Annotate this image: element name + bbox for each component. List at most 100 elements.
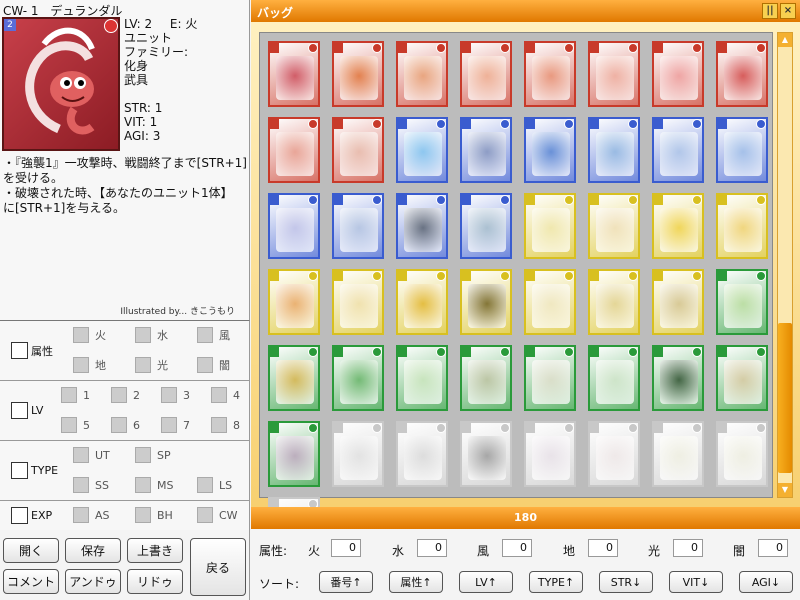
bag-card[interactable]: [396, 421, 448, 487]
bag-card[interactable]: [268, 345, 320, 411]
comment-button[interactable]: コメント: [3, 569, 59, 594]
option-checkbox[interactable]: [135, 477, 151, 493]
bag-card[interactable]: [588, 269, 640, 335]
bag-card[interactable]: [460, 41, 512, 107]
filter-lv-toggle[interactable]: LV: [11, 402, 43, 419]
filter-option[interactable]: 2: [111, 387, 140, 403]
bag-card[interactable]: [396, 41, 448, 107]
filter-option[interactable]: MS: [135, 477, 173, 493]
bag-card[interactable]: [332, 117, 384, 183]
filter-option[interactable]: AS: [73, 507, 110, 523]
bag-card[interactable]: [716, 193, 768, 259]
sort-number-button[interactable]: 番号↑: [319, 571, 373, 593]
overwrite-button[interactable]: 上書き: [127, 538, 183, 563]
bag-card[interactable]: [652, 421, 704, 487]
bag-card[interactable]: [652, 117, 704, 183]
filter-option[interactable]: 地: [73, 357, 106, 373]
bag-card[interactable]: [460, 269, 512, 335]
bag-card[interactable]: [396, 193, 448, 259]
option-checkbox[interactable]: [111, 417, 127, 433]
option-checkbox[interactable]: [197, 507, 213, 523]
filter-option[interactable]: 光: [135, 357, 168, 373]
bag-card[interactable]: [524, 269, 576, 335]
bag-card[interactable]: [524, 193, 576, 259]
bag-card[interactable]: [396, 117, 448, 183]
bag-card[interactable]: [332, 421, 384, 487]
bag-card[interactable]: [268, 193, 320, 259]
filter-option[interactable]: 6: [111, 417, 140, 433]
filter-option[interactable]: 4: [211, 387, 240, 403]
bag-card[interactable]: [524, 41, 576, 107]
bag-card[interactable]: [268, 269, 320, 335]
bag-card[interactable]: [460, 117, 512, 183]
bag-card[interactable]: [588, 193, 640, 259]
option-checkbox[interactable]: [73, 507, 89, 523]
option-checkbox[interactable]: [161, 417, 177, 433]
bag-card[interactable]: [332, 345, 384, 411]
filter-option[interactable]: 風: [197, 327, 230, 343]
bag-card[interactable]: [524, 117, 576, 183]
close-icon[interactable]: ×: [780, 3, 796, 19]
bag-card[interactable]: [332, 41, 384, 107]
bag-card[interactable]: [460, 193, 512, 259]
filter-option[interactable]: 7: [161, 417, 190, 433]
sort-str-button[interactable]: STR↓: [599, 571, 653, 593]
option-checkbox[interactable]: [197, 477, 213, 493]
filter-option[interactable]: 3: [161, 387, 190, 403]
bag-card[interactable]: [716, 117, 768, 183]
redo-button[interactable]: リドゥ: [127, 569, 183, 594]
option-checkbox[interactable]: [73, 447, 89, 463]
sort-type-button[interactable]: TYPE↑: [529, 571, 583, 593]
bag-card[interactable]: [524, 421, 576, 487]
bag-card[interactable]: [268, 117, 320, 183]
bag-card[interactable]: [460, 421, 512, 487]
bag-card[interactable]: [268, 421, 320, 487]
filter-type-checkbox[interactable]: [11, 462, 28, 479]
bag-card[interactable]: [716, 41, 768, 107]
option-checkbox[interactable]: [61, 387, 77, 403]
bag-card[interactable]: [332, 193, 384, 259]
scroll-down-icon[interactable]: ▼: [778, 483, 792, 497]
option-checkbox[interactable]: [135, 507, 151, 523]
back-button[interactable]: 戻る: [190, 538, 246, 596]
filter-type-toggle[interactable]: TYPE: [11, 462, 58, 479]
sort-agi-button[interactable]: AGI↓: [739, 571, 793, 593]
filter-attribute-checkbox[interactable]: [11, 342, 28, 359]
bag-card[interactable]: [652, 193, 704, 259]
bag-card[interactable]: [332, 269, 384, 335]
sort-vit-button[interactable]: VIT↓: [669, 571, 723, 593]
filter-option[interactable]: 1: [61, 387, 90, 403]
bag-card[interactable]: [652, 41, 704, 107]
option-checkbox[interactable]: [161, 387, 177, 403]
save-button[interactable]: 保存: [65, 538, 121, 563]
filter-option[interactable]: CW: [197, 507, 238, 523]
bag-card[interactable]: [652, 269, 704, 335]
filter-option[interactable]: 5: [61, 417, 90, 433]
bag-card[interactable]: [524, 345, 576, 411]
filter-option[interactable]: 水: [135, 327, 168, 343]
open-button[interactable]: 開く: [3, 538, 59, 563]
filter-exp-toggle[interactable]: EXP: [11, 507, 52, 524]
option-checkbox[interactable]: [197, 357, 213, 373]
bag-card[interactable]: [716, 269, 768, 335]
option-checkbox[interactable]: [197, 327, 213, 343]
option-checkbox[interactable]: [61, 417, 77, 433]
bag-card[interactable]: [268, 41, 320, 107]
filter-option[interactable]: 火: [73, 327, 106, 343]
bag-card[interactable]: [396, 269, 448, 335]
option-checkbox[interactable]: [135, 447, 151, 463]
scrollbar-thumb[interactable]: [778, 323, 792, 473]
bag-card[interactable]: [460, 345, 512, 411]
option-checkbox[interactable]: [73, 357, 89, 373]
filter-option[interactable]: BH: [135, 507, 173, 523]
filter-option[interactable]: 闇: [197, 357, 230, 373]
filter-option[interactable]: SS: [73, 477, 109, 493]
bag-card[interactable]: [716, 421, 768, 487]
bag-card[interactable]: [396, 345, 448, 411]
option-checkbox[interactable]: [73, 477, 89, 493]
bag-card[interactable]: [588, 117, 640, 183]
scroll-up-icon[interactable]: ▲: [778, 33, 792, 47]
option-checkbox[interactable]: [135, 327, 151, 343]
sort-attribute-button[interactable]: 属性↑: [389, 571, 443, 593]
option-checkbox[interactable]: [211, 387, 227, 403]
